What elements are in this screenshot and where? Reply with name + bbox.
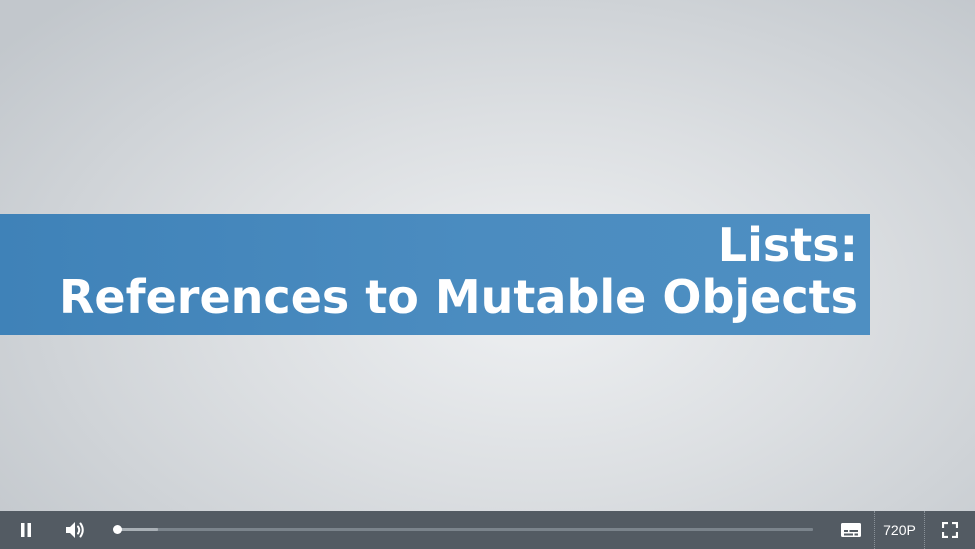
pause-icon — [21, 523, 31, 537]
pause-button[interactable] — [8, 511, 44, 549]
captions-icon — [841, 523, 861, 537]
title-banner: Lists: References to Mutable Objects — [0, 214, 870, 335]
quality-label: 720P — [883, 522, 916, 538]
captions-button[interactable] — [832, 511, 870, 549]
title-line-2: References to Mutable Objects — [58, 270, 858, 324]
title-line-1: Lists: — [717, 218, 858, 272]
volume-icon — [66, 522, 84, 538]
fullscreen-button[interactable] — [930, 511, 970, 549]
volume-button[interactable] — [56, 511, 94, 549]
quality-button[interactable]: 720P — [874, 511, 925, 549]
video-player: Lists: References to Mutable Objects 720… — [0, 0, 975, 549]
progress-bar[interactable] — [112, 525, 813, 534]
video-frame[interactable]: Lists: References to Mutable Objects — [0, 0, 975, 511]
progress-handle[interactable] — [112, 525, 122, 534]
fullscreen-icon — [942, 522, 958, 538]
progress-buffered — [116, 528, 158, 531]
